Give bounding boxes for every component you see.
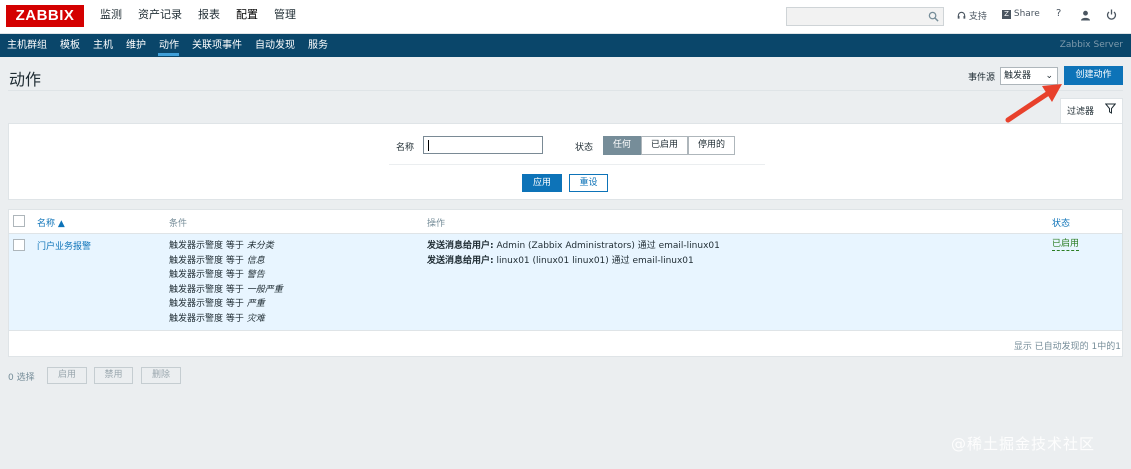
filter-icon [1105,103,1116,114]
condition-text: 触发器示警度 等于 [169,241,247,251]
table-footer-info: 显示 已自动发现的 1中的1 [1013,342,1121,352]
column-operations-header: 操作 [427,219,446,229]
status-option-any[interactable]: 任何 [603,136,641,155]
name-filter-label: 名称 [396,143,415,153]
filter-divider [389,164,765,165]
condition-text: 触发器示警度 等于 [169,255,247,266]
page-title: 动作 [9,70,42,89]
sub-menu-bar: 主机群组 模板 主机 维护 动作 关联项事件 自动发现 服务 Zabbix Se… [0,34,1131,57]
create-action-button[interactable]: 创建动作 [1064,66,1123,85]
status-option-enabled[interactable]: 已启用 [641,136,688,155]
select-all-checkbox[interactable] [13,215,25,227]
tab-discovery[interactable]: 自动发现 [248,34,301,57]
filter-tab-label: 过滤器 [1067,107,1095,117]
watermark: @稀土掘金技术社区 [951,435,1096,453]
tab-hosts[interactable]: 主机 [86,34,119,57]
operation-label: 发送消息给用户: [427,241,494,251]
filter-tab[interactable]: 过滤器 [1060,98,1123,124]
row-divider [9,330,1122,331]
zabbix-logo[interactable]: ZABBIX [6,5,84,27]
condition-value: 警告 [246,270,265,281]
condition-text: 触发器示警度 等于 [169,299,247,310]
support-link[interactable]: 支持 [957,9,987,22]
reset-button[interactable]: 重设 [569,174,608,192]
condition-item: 触发器示警度 等于 一般严重 [169,283,283,298]
tab-host-groups[interactable]: 主机群组 [0,34,53,57]
menu-administration[interactable]: 管理 [266,0,304,34]
operation-item: 发送消息给用户: Admin (Zabbix Administrators) 通… [427,239,720,254]
name-filter-input[interactable] [423,136,543,154]
menu-monitoring[interactable]: 监测 [92,0,130,34]
headset-icon [957,11,966,19]
status-badge[interactable]: 已启用 [1052,239,1080,251]
support-label: 支持 [968,12,987,22]
condition-text: 触发器示警度 等于 [169,313,247,324]
menu-configuration[interactable]: 配置 [228,0,266,34]
tab-maintenance[interactable]: 维护 [119,34,152,57]
server-name: Zabbix Server [1059,40,1123,50]
filter-panel [8,123,1123,200]
operation-detail: Admin (Zabbix Administrators) 通过 email-l… [493,241,720,251]
search-icon[interactable] [928,11,939,22]
tab-event-correlation[interactable]: 关联项事件 [185,34,248,57]
row-checkbox[interactable] [13,239,25,251]
tab-services[interactable]: 服务 [301,34,334,57]
search-input[interactable] [786,7,944,26]
condition-item: 触发器示警度 等于 未分类 [169,239,283,254]
condition-item: 触发器示警度 等于 警告 [169,268,283,283]
sign-out-icon[interactable] [1106,9,1117,20]
share-icon: Z [1002,10,1011,19]
help-icon[interactable]: ? [1056,8,1061,19]
share-link[interactable]: Z Share [1002,9,1040,19]
condition-item: 触发器示警度 等于 信息 [169,254,283,269]
condition-text: 触发器示警度 等于 [169,284,247,295]
title-divider [8,90,1123,91]
condition-value: 信息 [246,255,265,266]
disable-button[interactable]: 禁用 [94,367,133,384]
share-label: Share [1013,9,1040,19]
tab-actions[interactable]: 动作 [152,34,185,57]
condition-item: 触发器示警度 等于 灾难 [169,312,283,327]
top-bar: ZABBIX 监测 资产记录 报表 配置 管理 支持 Z Share ? [0,0,1131,34]
event-source-label: 事件源 [968,73,996,83]
status-option-disabled[interactable]: 停用的 [688,136,735,155]
selected-count: 0 选择 [8,373,35,383]
operation-item: 发送消息给用户: linux01 (linux01 linux01) 通过 em… [427,254,720,269]
menu-inventory[interactable]: 资产记录 [130,0,190,34]
operations-list: 发送消息给用户: Admin (Zabbix Administrators) 通… [427,239,720,269]
column-name-header[interactable]: 名称 ▲ [37,216,65,229]
menu-reports[interactable]: 报表 [190,0,228,34]
annotation-arrow-icon [1005,84,1062,123]
conditions-list: 触发器示警度 等于 未分类 触发器示警度 等于 信息 触发器示警度 等于 警告 … [169,239,283,327]
condition-item: 触发器示警度 等于 严重 [169,297,283,312]
apply-button[interactable]: 应用 [522,174,562,192]
column-status-header[interactable]: 状态 [1052,216,1070,229]
condition-value: 严重 [246,299,265,310]
sub-menu: 主机群组 模板 主机 维护 动作 关联项事件 自动发现 服务 [0,34,334,57]
operation-label: 发送消息给用户: [427,256,494,266]
status-filter-label: 状态 [575,143,594,153]
column-conditions-header: 条件 [169,219,188,229]
operation-detail: linux01 (linux01 linux01) 通过 email-linux… [493,256,694,266]
condition-value: 灾难 [246,313,265,324]
main-menu: 监测 资产记录 报表 配置 管理 [92,0,304,34]
condition-value: 未分类 [246,241,274,251]
delete-button[interactable]: 删除 [141,367,181,384]
user-profile-icon[interactable] [1080,10,1091,21]
tab-templates[interactable]: 模板 [53,34,86,57]
condition-value: 一般严重 [246,284,283,295]
action-name-link[interactable]: 门户业务报警 [37,239,91,252]
text-caret [428,140,429,151]
enable-button[interactable]: 启用 [47,367,87,384]
condition-text: 触发器示警度 等于 [169,270,247,281]
